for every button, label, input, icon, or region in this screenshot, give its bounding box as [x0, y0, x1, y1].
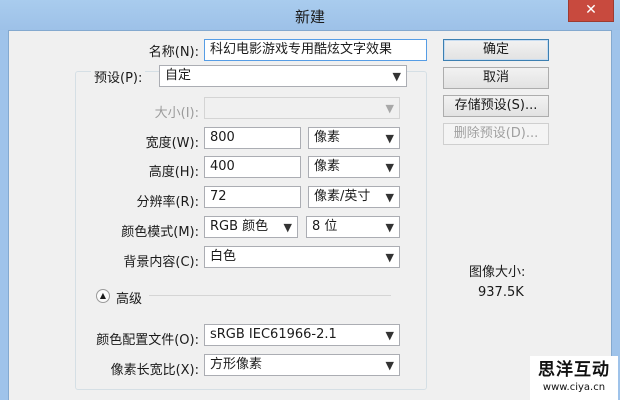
advanced-divider — [149, 295, 391, 296]
chevron-down-icon: ▼ — [385, 161, 394, 174]
chevron-down-icon: ▼ — [385, 102, 394, 115]
chevron-down-icon: ▼ — [385, 359, 394, 372]
background-label: 背景内容(C): — [123, 255, 199, 270]
title-bar: 新建 ✕ — [0, 0, 620, 30]
color-profile-value: sRGB IEC61966-2.1 — [210, 327, 337, 342]
cancel-button[interactable]: 取消 — [443, 67, 549, 89]
chevron-down-icon: ▼ — [385, 329, 394, 342]
background-value: 白色 — [210, 249, 237, 264]
resolution-unit-select[interactable]: 像素/英寸 ▼ — [308, 186, 400, 208]
chevron-up-icon[interactable]: ▲ — [96, 289, 110, 303]
color-mode-label: 颜色模式(M): — [121, 225, 199, 240]
resolution-label: 分辨率(R): — [136, 195, 199, 210]
width-label: 宽度(W): — [145, 136, 199, 151]
chevron-down-icon: ▼ — [385, 191, 394, 204]
chevron-down-icon: ▼ — [385, 251, 394, 264]
ok-button[interactable]: 确定 — [443, 39, 549, 61]
watermark-logo: 思洋互动 www.ciya.cn — [530, 356, 618, 400]
window-title: 新建 — [294, 8, 325, 26]
width-unit: 像素 — [314, 130, 341, 145]
preset-label: 预设(P): — [91, 67, 146, 86]
chevron-down-icon: ▼ — [392, 70, 401, 83]
delete-preset-button: 删除预设(D)... — [443, 123, 549, 145]
height-unit-select[interactable]: 像素 ▼ — [308, 156, 400, 178]
save-preset-button[interactable]: 存储预设(S)... — [443, 95, 549, 117]
image-size-value: 937.5K — [478, 285, 524, 300]
color-profile-select[interactable]: sRGB IEC61966-2.1 ▼ — [204, 324, 400, 346]
width-input[interactable]: 800 — [204, 127, 301, 149]
bit-depth-select[interactable]: 8 位 ▼ — [306, 216, 400, 238]
image-size-label: 图像大小: — [469, 265, 526, 280]
close-icon: ✕ — [585, 2, 597, 18]
close-button[interactable]: ✕ — [568, 0, 614, 22]
preset-select[interactable]: 自定 ▼ — [159, 65, 407, 87]
new-document-dialog: 名称(N): 科幻电影游戏专用酷炫文字效果 自定 预设(P): 自定 ▼ 大小(… — [8, 30, 612, 400]
color-profile-label: 颜色配置文件(O): — [96, 333, 199, 348]
chevron-down-icon: ▼ — [385, 221, 394, 234]
height-input[interactable]: 400 — [204, 156, 301, 178]
advanced-label: 高级 — [116, 292, 143, 307]
height-label: 高度(H): — [148, 165, 199, 180]
bit-depth-value: 8 位 — [312, 219, 338, 234]
pixel-aspect-select[interactable]: 方形像素 ▼ — [204, 354, 400, 376]
color-mode-value: RGB 颜色 — [210, 219, 269, 234]
height-unit: 像素 — [314, 159, 341, 174]
watermark-url: www.ciya.cn — [542, 382, 606, 393]
name-input[interactable]: 科幻电影游戏专用酷炫文字效果 — [204, 39, 427, 61]
color-mode-select[interactable]: RGB 颜色 ▼ — [204, 216, 298, 238]
pixel-aspect-value: 方形像素 — [210, 357, 263, 372]
chevron-down-icon: ▼ — [283, 221, 292, 234]
chevron-down-icon: ▼ — [385, 132, 394, 145]
name-label: 名称(N): — [148, 45, 199, 60]
size-label: 大小(I): — [154, 106, 199, 121]
resolution-unit: 像素/英寸 — [314, 189, 371, 204]
pixel-aspect-label: 像素长宽比(X): — [110, 363, 199, 378]
preset-value: 自定 — [165, 68, 192, 83]
resolution-input[interactable]: 72 — [204, 186, 301, 208]
background-select[interactable]: 白色 ▼ — [204, 246, 400, 268]
size-select: ▼ — [204, 97, 400, 119]
width-unit-select[interactable]: 像素 ▼ — [308, 127, 400, 149]
watermark-title: 思洋互动 — [538, 360, 610, 380]
